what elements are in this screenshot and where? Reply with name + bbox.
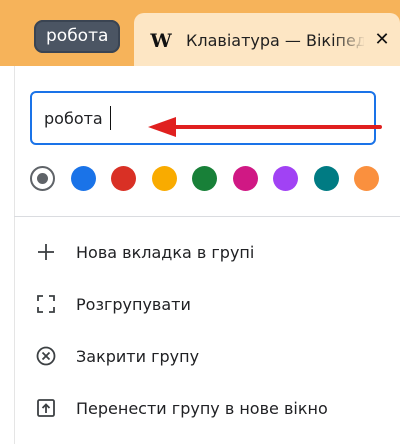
menu-item-label: Перенести групу в нове вікно bbox=[76, 399, 328, 418]
color-swatch-blue[interactable] bbox=[71, 166, 96, 191]
color-swatch-pink[interactable] bbox=[233, 166, 258, 191]
color-swatch-purple[interactable] bbox=[273, 166, 298, 191]
wikipedia-favicon-icon: W bbox=[150, 30, 172, 52]
plus-icon bbox=[38, 244, 54, 260]
menu-item-move-group-to-new-window[interactable]: Перенести групу в нове вікно bbox=[14, 384, 400, 434]
color-swatch-grey[interactable] bbox=[30, 166, 55, 191]
text-caret bbox=[110, 106, 111, 130]
tab-strip: робота W Клавіатура — Вікіпедія ✕ bbox=[0, 0, 400, 66]
annotation-arrow-icon bbox=[148, 117, 382, 137]
menu-item-label: Нова вкладка в групі bbox=[76, 243, 255, 262]
color-swatch-red[interactable] bbox=[111, 166, 136, 191]
tab-group-name: робота bbox=[46, 26, 109, 46]
tab-title-fade bbox=[334, 27, 366, 55]
menu-item-new-tab-in-group[interactable]: Нова вкладка в групі bbox=[14, 228, 400, 278]
move-to-window-icon bbox=[37, 399, 55, 417]
menu-item-label: Закрити групу bbox=[76, 347, 200, 366]
color-swatch-green[interactable] bbox=[192, 166, 217, 191]
ungroup-icon bbox=[37, 295, 55, 313]
menu-item-close-group[interactable]: Закрити групу bbox=[14, 332, 400, 382]
color-swatch-cyan[interactable] bbox=[314, 166, 339, 191]
menu-item-ungroup[interactable]: Розгрупувати bbox=[14, 280, 400, 330]
color-picker bbox=[30, 166, 380, 192]
tab-wikipedia[interactable]: W Клавіатура — Вікіпедія ✕ bbox=[134, 13, 400, 66]
divider bbox=[14, 216, 400, 217]
menu-item-label: Розгрупувати bbox=[76, 295, 191, 314]
close-circle-icon bbox=[36, 346, 56, 366]
close-tab-button[interactable]: ✕ bbox=[372, 28, 392, 52]
tab-group-chip[interactable]: робота bbox=[34, 20, 121, 53]
color-swatch-orange[interactable] bbox=[354, 166, 379, 191]
color-swatch-yellow[interactable] bbox=[152, 166, 177, 191]
